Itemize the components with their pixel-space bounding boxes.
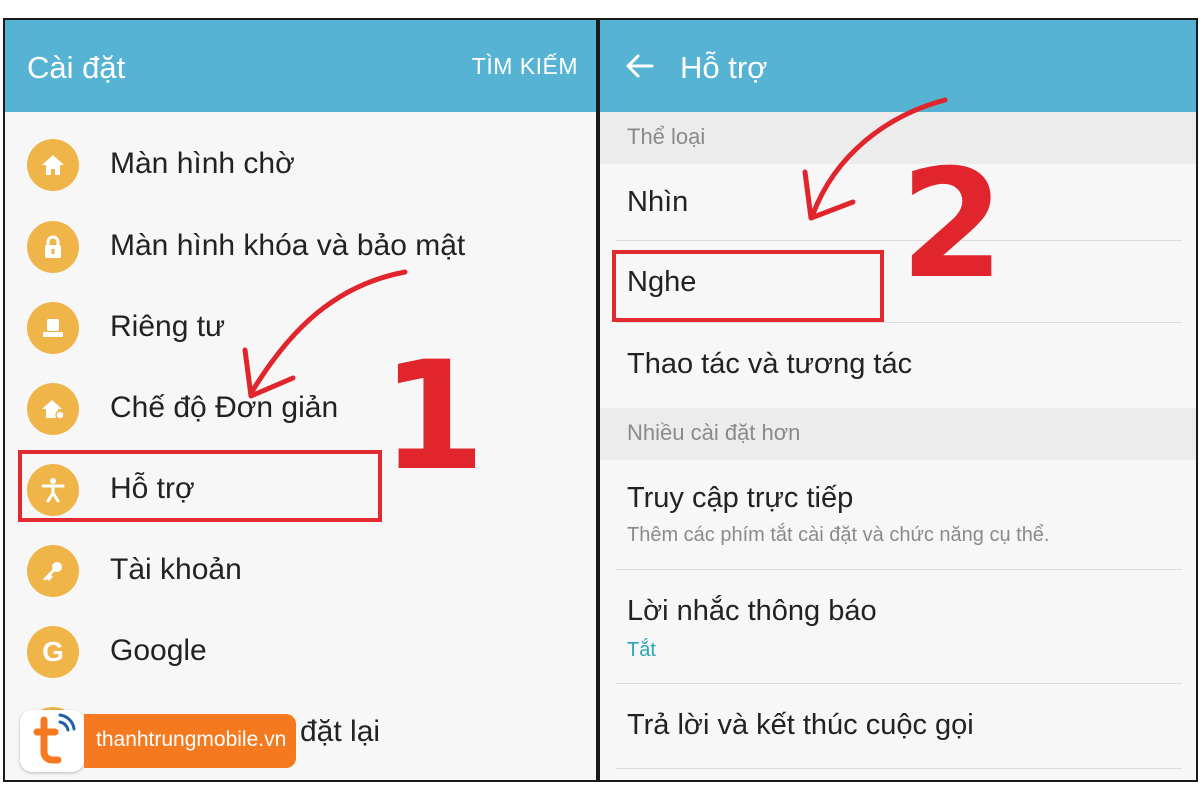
settings-item-label: Chế độ Đơn giản xyxy=(110,391,339,424)
settings-item-easy-mode[interactable]: Chế độ Đơn giản xyxy=(5,369,596,449)
settings-item-privacy[interactable]: Riêng tư xyxy=(5,288,596,368)
brand-logo xyxy=(20,710,84,772)
accessibility-icon xyxy=(27,464,79,516)
setting-label: Lời nhắc thông báo xyxy=(627,595,877,627)
settings-title: Cài đặt xyxy=(27,50,126,85)
section-header-more-settings: Nhiều cài đặt hơn xyxy=(600,408,1196,460)
brand-watermark: thanhtrungmobile.vn xyxy=(20,710,296,772)
section-header-categories: Thể loại xyxy=(600,112,1196,164)
step-number-2: 2 xyxy=(900,138,1005,312)
section-header-label: Thể loại xyxy=(627,124,706,149)
setting-row-answer-end-calls[interactable]: Trả lời và kết thúc cuộc gọi xyxy=(600,685,1196,773)
settings-item-lock-screen-security[interactable]: Màn hình khóa và bảo mật xyxy=(5,207,596,287)
google-icon: G xyxy=(27,626,79,678)
settings-item-accessibility[interactable]: Hỗ trợ xyxy=(5,450,596,530)
setting-row-notification-reminder[interactable]: Lời nhắc thông báo Tắt xyxy=(600,571,1196,681)
divider xyxy=(616,683,1182,684)
divider xyxy=(616,240,1182,241)
setting-status: Tắt xyxy=(627,639,656,661)
privacy-icon xyxy=(27,302,79,354)
key-icon xyxy=(27,545,79,597)
settings-item-label: Màn hình chờ xyxy=(110,147,295,180)
home-icon xyxy=(27,139,79,191)
settings-item-label: i đặt lại xyxy=(285,715,381,748)
step-number-1: 1 xyxy=(381,330,486,504)
back-arrow-icon[interactable] xyxy=(622,48,662,84)
settings-app-bar: Cài đặt TÌM KIẾM xyxy=(5,20,596,112)
easy-mode-icon xyxy=(27,383,79,435)
setting-row-hearing[interactable]: Nghe xyxy=(600,242,1196,322)
setting-label: Trả lời và kết thúc cuộc gọi xyxy=(627,709,974,741)
setting-subtitle: Thêm các phím tắt cài đặt và chức năng c… xyxy=(627,524,1050,546)
settings-item-label: Hỗ trợ xyxy=(110,472,195,505)
setting-row-interaction[interactable]: Thao tác và tương tác xyxy=(600,324,1196,404)
setting-label: Thao tác và tương tác xyxy=(627,348,913,380)
search-button[interactable]: TÌM KIẾM xyxy=(472,53,578,80)
settings-item-accounts[interactable]: Tài khoản xyxy=(5,531,596,611)
settings-screen: Cài đặt TÌM KIẾM Màn hình chờ Màn hình k… xyxy=(3,18,598,782)
setting-label: Nghe xyxy=(627,266,697,298)
settings-item-label: Riêng tư xyxy=(110,310,226,343)
settings-item-label: Màn hình khóa và bảo mật xyxy=(110,229,466,262)
setting-row-direct-access[interactable]: Truy cập trực tiếp Thêm các phím tắt cài… xyxy=(600,460,1196,568)
settings-item-label: Tài khoản xyxy=(110,553,242,586)
brand-text: thanhtrungmobile.vn xyxy=(96,728,287,751)
accessibility-screen: Hỗ trợ Thể loại Nhìn Nghe Thao tác và tư… xyxy=(598,18,1198,782)
settings-item-label: Google xyxy=(110,634,207,667)
settings-item-home-screen[interactable]: Màn hình chờ xyxy=(5,125,596,205)
accessibility-title: Hỗ trợ xyxy=(680,50,768,85)
setting-row-vision[interactable]: Nhìn xyxy=(600,164,1196,240)
brand-text-box: thanhtrungmobile.vn xyxy=(84,714,296,768)
accessibility-app-bar: Hỗ trợ xyxy=(600,20,1196,112)
lock-icon xyxy=(27,221,79,273)
divider xyxy=(616,569,1182,570)
settings-item-google[interactable]: G Google xyxy=(5,612,596,692)
setting-label: Truy cập trực tiếp xyxy=(627,482,854,514)
divider xyxy=(616,768,1182,769)
setting-label: Nhìn xyxy=(627,186,689,218)
section-header-label: Nhiều cài đặt hơn xyxy=(627,420,801,445)
divider xyxy=(616,322,1182,323)
